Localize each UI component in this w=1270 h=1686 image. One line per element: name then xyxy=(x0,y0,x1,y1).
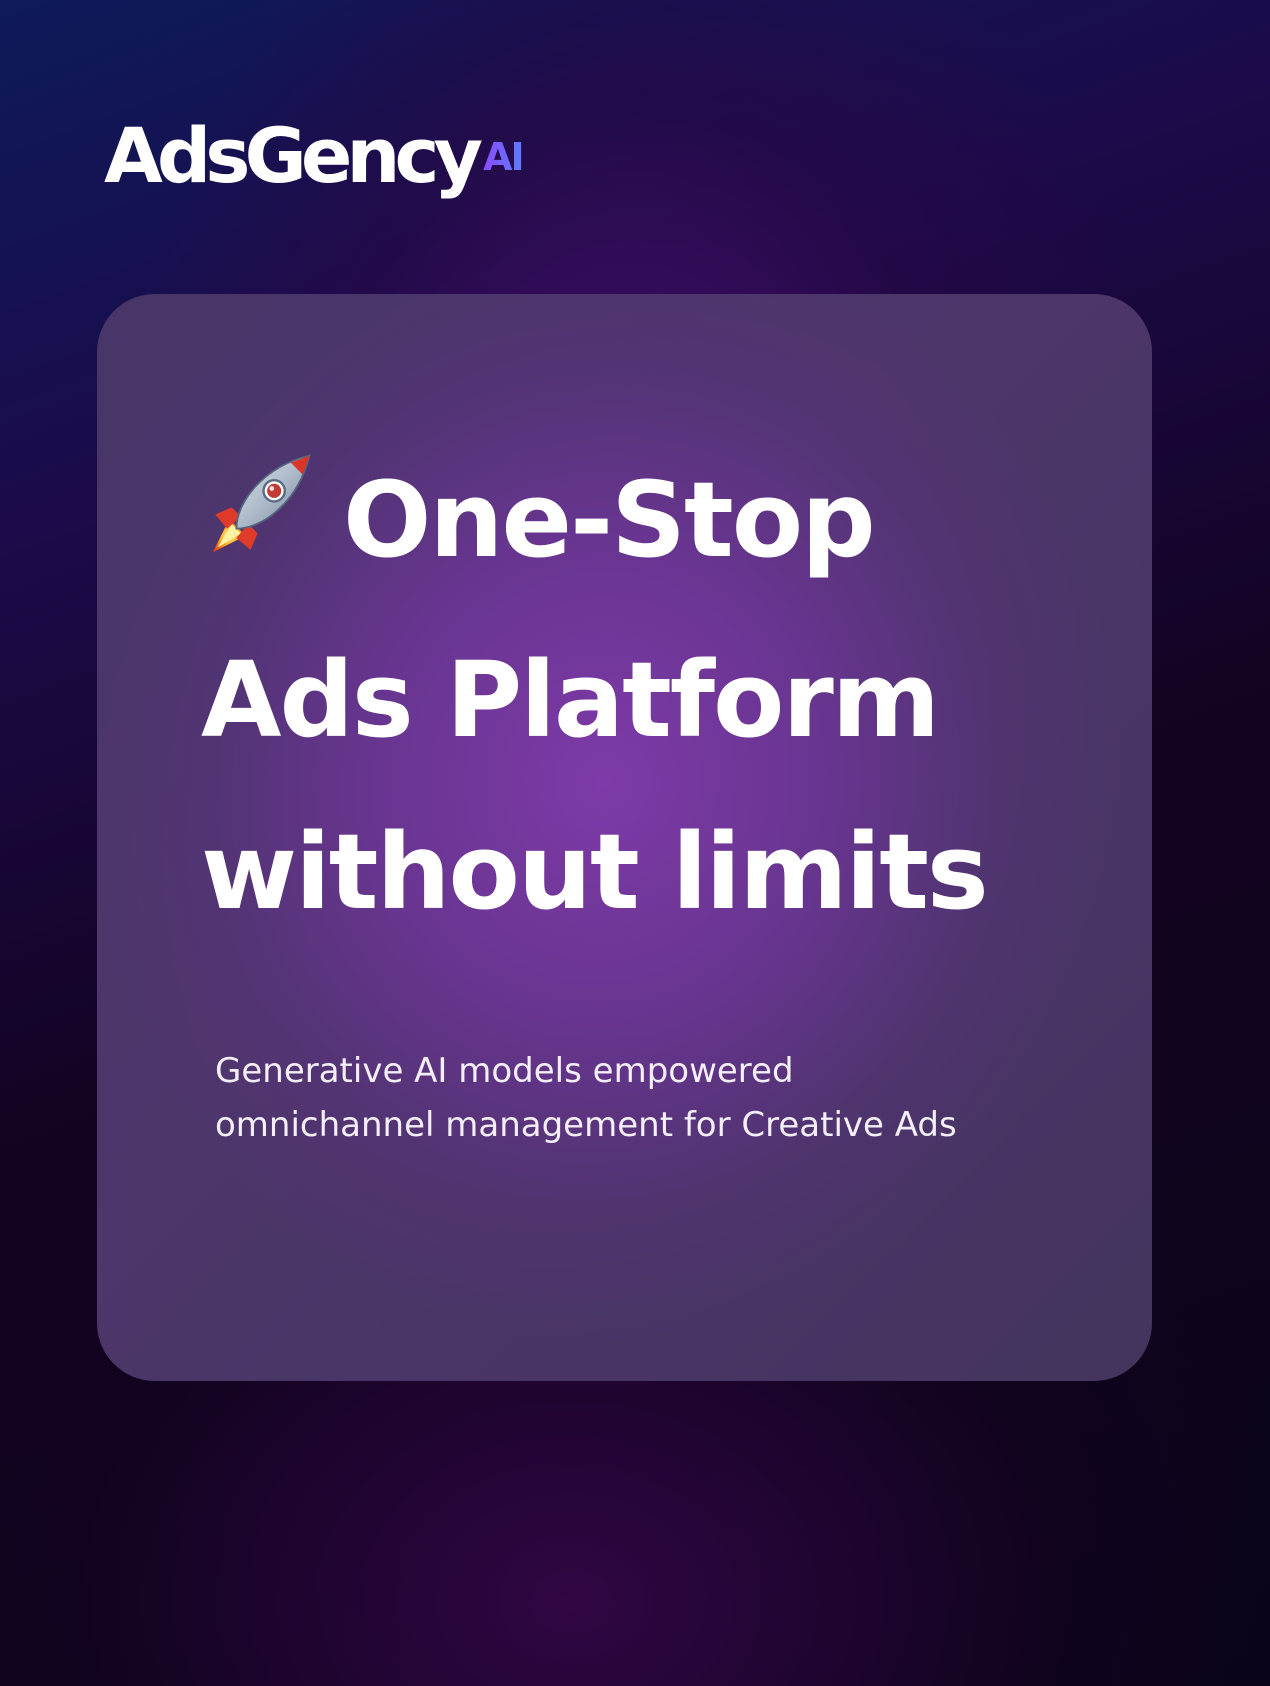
logo-wordmark: AdsGency xyxy=(104,111,483,200)
subtitle-line-1: Generative AI models empowered xyxy=(215,1051,794,1091)
hero-card: One-Stop Ads Platform without limits Gen… xyxy=(97,294,1152,1381)
hero-headline: One-Stop Ads Platform without limits xyxy=(201,434,989,958)
hero-subtitle: Generative AI models empowered omnichann… xyxy=(215,1044,957,1152)
brand-logo[interactable]: AdsGency AI xyxy=(104,111,525,200)
headline-line-1: One-Stop xyxy=(201,434,987,614)
headline-line-1-text: One-Stop xyxy=(343,459,876,581)
headline-line-2: Ads Platform xyxy=(201,639,940,761)
rocket-icon xyxy=(201,442,319,614)
headline-line-3: without limits xyxy=(201,811,989,933)
subtitle-line-2: omnichannel management for Creative Ads xyxy=(215,1105,957,1145)
page: AdsGency AI One-Stop Ads Platform withou… xyxy=(0,0,1270,1686)
logo-ai-suffix: AI xyxy=(483,135,525,179)
